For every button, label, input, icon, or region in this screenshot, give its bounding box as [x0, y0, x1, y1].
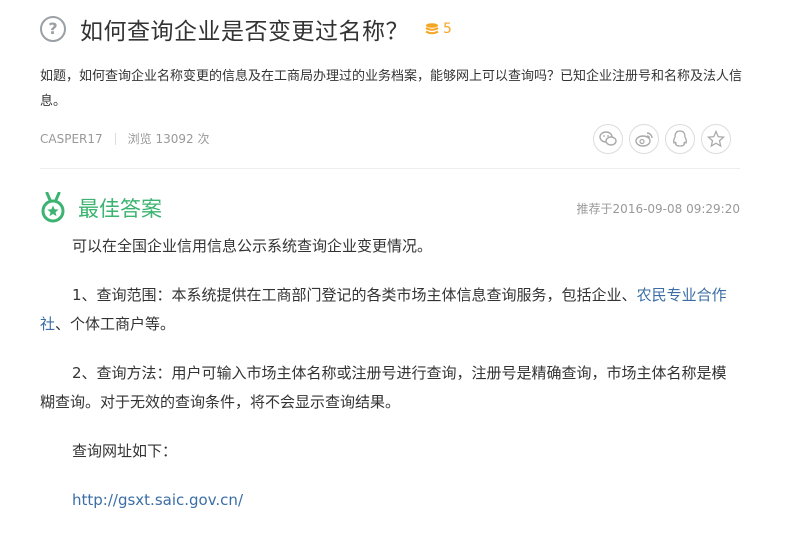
coin-stack-icon	[425, 23, 439, 35]
question-title: 如何查询企业是否变更过名称？	[80, 19, 409, 45]
asker-username[interactable]: CASPER17	[40, 132, 103, 146]
meta-separator	[114, 132, 116, 145]
answer-text: 1、查询范围：本系统提供在工商部门登记的各类市场主体信息查询服务，包括企业、	[72, 286, 637, 304]
wechat-icon	[599, 131, 617, 146]
answer-paragraph: 可以在全国企业信用信息公示系统查询企业变更情况。	[72, 237, 433, 255]
qq-icon	[672, 130, 688, 147]
recommended-time: 推荐于2016-09-08 09:29:20	[576, 201, 740, 216]
answer-text: 、个体工商户等。	[55, 315, 176, 333]
share-weibo-button[interactable]	[629, 124, 659, 154]
reward-badge: 5	[425, 21, 452, 37]
answer-body: 可以在全国企业信用信息公示系统查询企业变更情况。 1、查询范围：本系统提供在工商…	[40, 232, 740, 535]
favorite-star-icon	[707, 130, 725, 148]
question-description: 如题，如何查询企业名称变更的信息及在工商局办理过的业务档案，能够网上可以查询吗？…	[40, 69, 743, 109]
section-divider	[40, 168, 740, 169]
weibo-icon	[635, 132, 653, 147]
view-count: 浏览 13092 次	[127, 132, 210, 146]
favorite-button[interactable]	[701, 124, 731, 154]
best-answer-label: 最佳答案	[78, 197, 162, 221]
share-qq-button[interactable]	[665, 124, 695, 154]
question-mark-icon: ?	[40, 16, 66, 42]
question-meta: CASPER17 浏览 13092 次	[40, 130, 209, 147]
medal-icon	[41, 192, 65, 223]
answer-paragraph: 1、查询范围：本系统提供在工商部门登记的各类市场主体信息查询服务，包括企业、农民…	[40, 281, 740, 339]
reward-value: 5	[443, 21, 452, 37]
question-header: ? 如何查询企业是否变更过名称？ 5	[40, 12, 452, 46]
answer-paragraph: 2、查询方法：用户可输入市场主体名称或注册号进行查询，注册号是精确查询，市场主体…	[40, 364, 727, 411]
best-answer-header: 最佳答案 推荐于2016-09-08 09:29:20	[40, 190, 740, 226]
answer-paragraph: http://gsxt.saic.gov.cn/	[40, 486, 740, 515]
answer-paragraph: 查询网址如下：	[72, 442, 178, 460]
query-url-link[interactable]: http://gsxt.saic.gov.cn/	[72, 491, 243, 509]
share-wechat-button[interactable]	[593, 124, 623, 154]
share-bar	[593, 124, 731, 154]
